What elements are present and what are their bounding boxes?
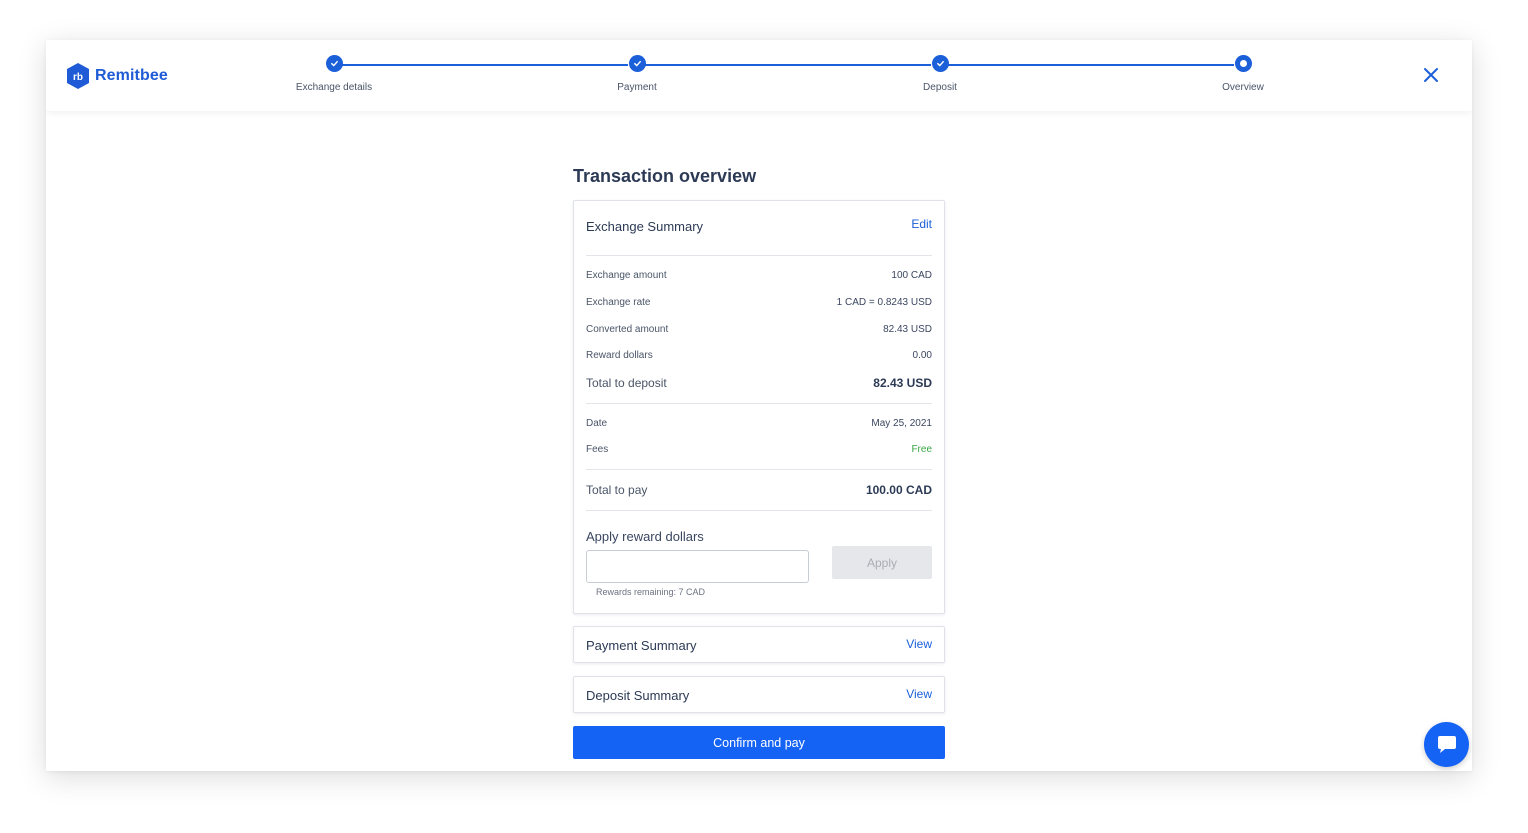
row-reward-dollars: Reward dollars 0.00 [586, 350, 932, 361]
close-icon[interactable] [1422, 66, 1440, 84]
page-title: Transaction overview [573, 166, 757, 186]
divider [586, 469, 932, 470]
step-label: Payment [617, 82, 657, 93]
row-total-to-pay: Total to pay 100.00 CAD [586, 483, 932, 497]
top-bar: rb Remitbee Exchange details Payment Dep… [46, 40, 1472, 111]
row-value: 82.43 USD [873, 376, 932, 390]
divider [586, 510, 932, 511]
step-label: Exchange details [295, 82, 373, 93]
step-label: Deposit [923, 82, 957, 93]
check-icon [326, 55, 343, 72]
row-date: Date May 25, 2021 [586, 418, 932, 429]
exchange-summary-card: Exchange Summary Edit Exchange amount 10… [573, 200, 945, 614]
row-label: Fees [586, 444, 609, 455]
edit-link[interactable]: Edit [911, 217, 932, 231]
brand-name: Remitbee [95, 67, 168, 84]
divider [586, 403, 932, 404]
row-value: 100.00 CAD [865, 483, 932, 497]
row-exchange-amount: Exchange amount 100 CAD [586, 270, 932, 281]
deposit-summary-title: Deposit Summary [586, 688, 690, 703]
divider [586, 255, 932, 256]
rewards-remaining-text: Rewards remaining: 7 CAD [596, 587, 706, 597]
chat-bubble-icon [1437, 735, 1456, 753]
row-label: Total to deposit [586, 376, 667, 390]
row-label: Reward dollars [586, 350, 653, 361]
row-fees: Fees Free [586, 444, 932, 455]
stepper-line-3 [948, 64, 1234, 66]
deposit-summary-card[interactable]: Deposit Summary View [573, 676, 945, 713]
row-value: May 25, 2021 [871, 418, 932, 429]
check-icon [629, 55, 646, 72]
row-value: 100 CAD [891, 270, 932, 281]
check-icon [932, 55, 949, 72]
exchange-summary-title: Exchange Summary [586, 219, 704, 234]
row-label: Exchange amount [586, 270, 667, 281]
row-label: Date [586, 418, 608, 429]
row-label: Exchange rate [586, 297, 651, 308]
reward-label: Apply reward dollars [586, 529, 704, 544]
row-total-to-deposit: Total to deposit 82.43 USD [586, 376, 932, 390]
brand-logo[interactable]: rb Remitbee [66, 63, 168, 89]
step-label: Overview [1222, 82, 1264, 93]
chat-button[interactable] [1424, 722, 1469, 767]
stepper-line-1 [342, 64, 628, 66]
confirm-and-pay-button[interactable]: Confirm and pay [573, 726, 945, 759]
fees-value: Free [911, 444, 932, 455]
row-exchange-rate: Exchange rate 1 CAD = 0.8243 USD [586, 297, 932, 308]
stepper-line-2 [645, 64, 931, 66]
row-value: 82.43 USD [883, 324, 932, 335]
payment-summary-card[interactable]: Payment Summary View [573, 626, 945, 663]
payment-summary-title: Payment Summary [586, 638, 697, 653]
row-label: Converted amount [586, 324, 669, 335]
svg-text:rb: rb [73, 72, 83, 83]
reward-dollars-input[interactable] [586, 550, 809, 583]
exchange-summary-header: Exchange Summary Edit [586, 217, 932, 236]
apply-button[interactable]: Apply [832, 546, 932, 579]
row-value: 0.00 [912, 350, 932, 361]
app-window: rb Remitbee Exchange details Payment Dep… [46, 40, 1472, 771]
remitbee-logo-icon: rb [67, 63, 89, 89]
current-step-icon [1235, 55, 1252, 72]
row-converted-amount: Converted amount 82.43 USD [586, 324, 932, 335]
view-deposit-link[interactable]: View [906, 687, 932, 701]
row-value: 1 CAD = 0.8243 USD [836, 297, 932, 308]
row-label: Total to pay [586, 483, 648, 497]
view-payment-link[interactable]: View [906, 637, 932, 651]
